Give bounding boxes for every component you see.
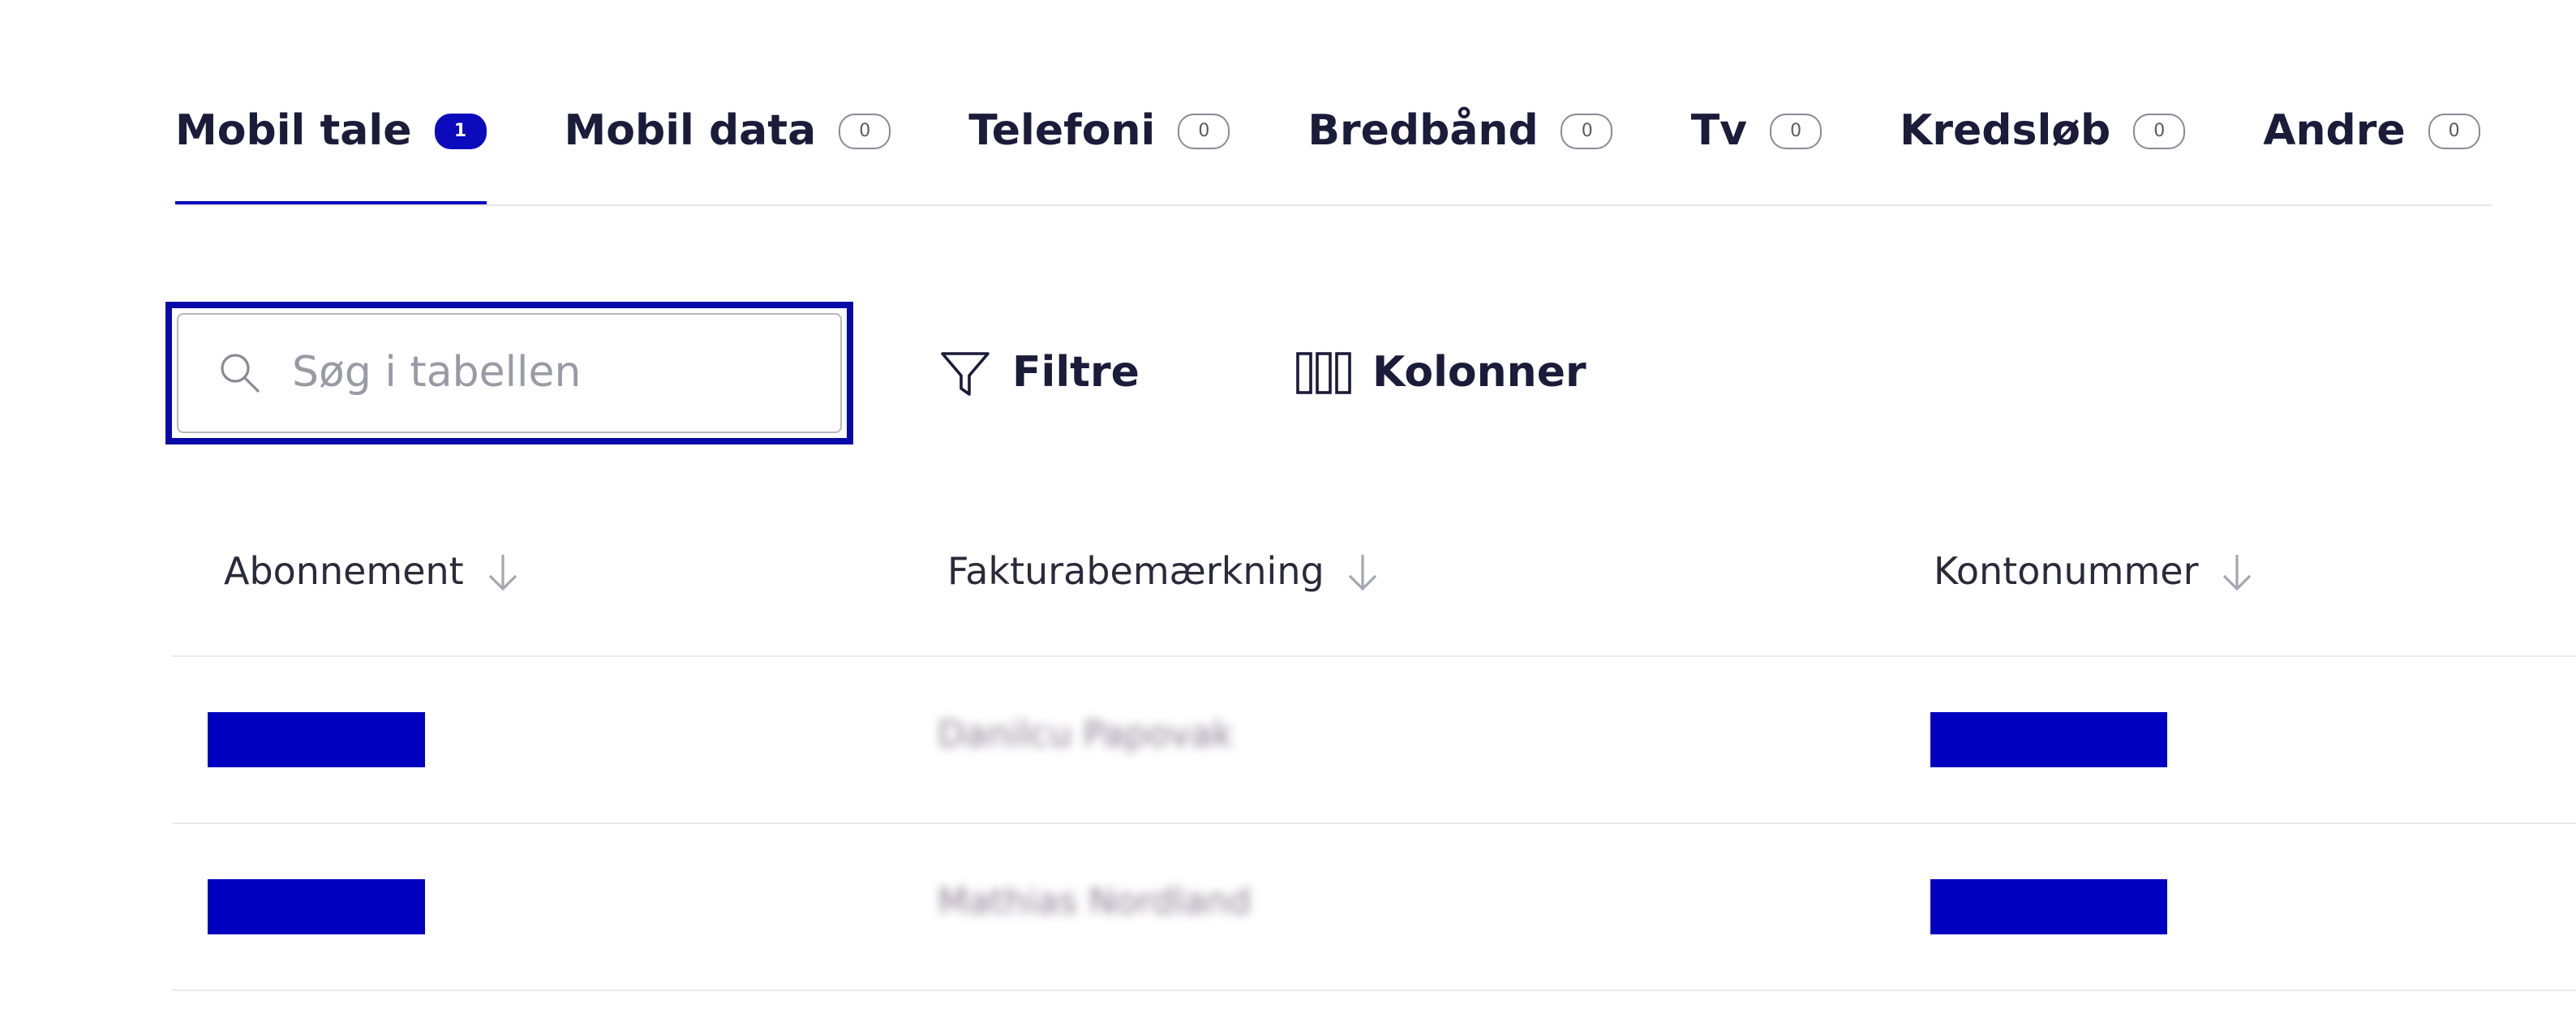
columns-label: Kolonner: [1372, 349, 1586, 397]
tab-count-badge: 1: [434, 114, 487, 149]
filters-label: Filtre: [1012, 349, 1140, 397]
tab-count-badge: 0: [839, 114, 891, 149]
sort-arrow-down-icon: [488, 555, 517, 591]
tab-label: Bredbånd: [1307, 107, 1539, 156]
column-header-kontonummer[interactable]: Kontonummer: [1934, 490, 2257, 655]
tab-count-badge: 0: [1561, 114, 1613, 149]
tab-mobil-data[interactable]: Mobil data 0: [565, 91, 891, 172]
column-header-label: Abonnement: [224, 552, 464, 594]
tab-count-badge: 0: [1770, 114, 1823, 149]
search-input[interactable]: [289, 347, 782, 399]
page: Mobil tale 1 Mobil data 0 Telefoni 0 Bre…: [0, 0, 2576, 1009]
redacted-kontonummer[interactable]: [1930, 712, 2167, 767]
column-header-label: Fakturabemærkning: [947, 552, 1324, 594]
column-header-fakturabemaerkning[interactable]: Fakturabemærkning: [947, 490, 1383, 655]
column-header-label: Kontonummer: [1934, 552, 2199, 594]
tab-count-badge: 0: [2133, 114, 2186, 149]
tab-bredband[interactable]: Bredbånd 0: [1307, 91, 1613, 172]
data-table: Abonnement Fakturabemærkning Kontonummer: [172, 490, 2576, 991]
fakturabemaerkning-cell: Mathias Nordland: [938, 882, 1252, 923]
sort-arrow-down-icon: [2223, 555, 2252, 591]
tab-andre[interactable]: Andre 0: [2263, 91, 2480, 172]
tab-tv[interactable]: Tv 0: [1690, 91, 1823, 172]
redacted-abonnement[interactable]: [208, 712, 425, 767]
tab-kredslob[interactable]: Kredsløb 0: [1900, 91, 2186, 172]
tab-label: Mobil tale: [175, 107, 412, 156]
columns-button[interactable]: Kolonner: [1294, 337, 1586, 409]
tab-label: Tv: [1690, 107, 1748, 156]
sort-arrow-down-icon: [1349, 555, 1377, 591]
tab-label: Andre: [2263, 107, 2406, 156]
fakturabemaerkning-cell: Danilcu Papovak: [938, 715, 1234, 756]
tab-count-badge: 0: [2428, 114, 2480, 149]
table-row[interactable]: Mathias Nordland: [172, 824, 2576, 991]
redacted-abonnement[interactable]: [208, 879, 425, 934]
filters-button[interactable]: Filtre: [938, 337, 1140, 409]
search-box[interactable]: [177, 313, 842, 433]
tab-label: Kredsløb: [1900, 107, 2111, 156]
tab-mobil-tale[interactable]: Mobil tale 1: [175, 91, 487, 204]
tab-label: Mobil data: [564, 107, 817, 156]
tab-bar: Mobil tale 1 Mobil data 0 Telefoni 0 Bre…: [175, 91, 2492, 206]
funnel-icon: [941, 352, 990, 396]
table-header: Abonnement Fakturabemærkning Kontonummer: [172, 490, 2576, 657]
search-focus-outline: [165, 302, 853, 444]
tab-count-badge: 0: [1178, 114, 1230, 149]
redacted-kontonummer[interactable]: [1930, 879, 2167, 934]
column-header-abonnement[interactable]: Abonnement: [224, 490, 522, 655]
table-row[interactable]: Danilcu Papovak: [172, 657, 2576, 824]
columns-icon: [1296, 352, 1351, 394]
search-icon: [221, 354, 260, 393]
tab-label: Telefoni: [968, 107, 1156, 156]
tab-telefoni[interactable]: Telefoni 0: [968, 91, 1230, 172]
